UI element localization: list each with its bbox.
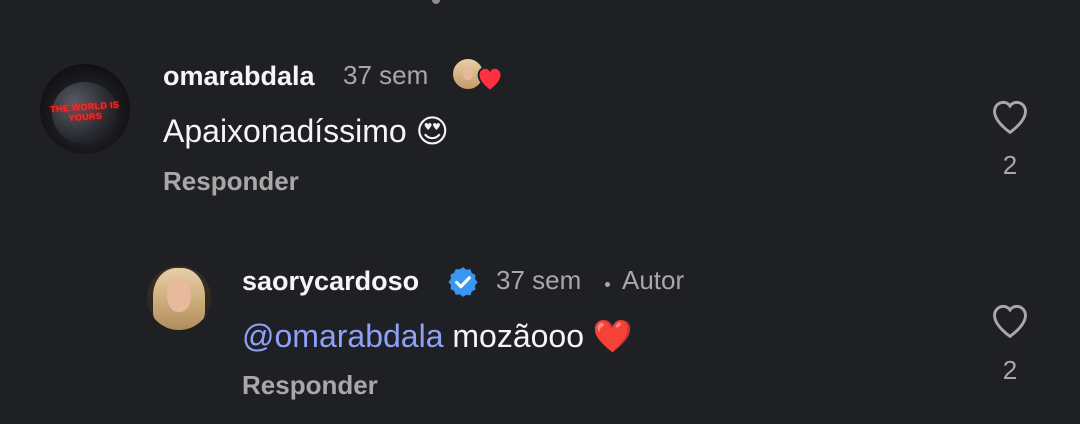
comment-time: 37 sem [343, 60, 429, 90]
heart-outline-icon [993, 304, 1027, 339]
comment-username[interactable]: saorycardoso [242, 266, 419, 297]
comment-username[interactable]: omarabdala [163, 61, 315, 92]
like-count: 2 [1002, 150, 1018, 180]
mention-link[interactable]: @omarabdala [242, 318, 443, 354]
reply-button[interactable]: Responder [163, 166, 299, 197]
avatar-face [167, 278, 191, 312]
comment-text: @omarabdala mozãooo ❤️ [242, 317, 633, 355]
verified-badge-icon [448, 267, 478, 297]
like-button[interactable] [988, 96, 1032, 136]
scroll-indicator [432, 0, 440, 4]
comment-time: 37 sem [496, 265, 582, 295]
like-count: 2 [1002, 355, 1018, 385]
avatar[interactable]: THE WORLD IS YOURS [40, 64, 130, 154]
avatar[interactable] [147, 266, 211, 330]
author-liked-badge [452, 58, 508, 94]
comment-text-content: mozãooo [452, 318, 585, 354]
comment-text: Apaixonadíssimo 😍 [163, 112, 449, 150]
like-button[interactable] [988, 300, 1032, 340]
heart-outline-icon [993, 100, 1027, 135]
heart-eyes-emoji: 😍 [415, 113, 449, 149]
author-label: Autor [622, 265, 685, 295]
reply-button[interactable]: Responder [242, 370, 378, 401]
red-heart-emoji: ❤️ [592, 318, 633, 354]
comment-text-content: Apaixonadíssimo [163, 113, 407, 149]
heart-filled-icon [477, 66, 503, 92]
separator-dot [605, 282, 610, 287]
